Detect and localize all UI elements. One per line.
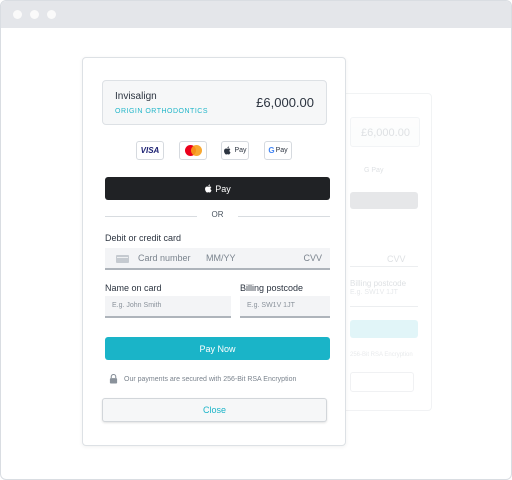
background-close-button (350, 372, 414, 392)
background-apple-pay-button (350, 192, 418, 209)
apple-pay-icon: Pay (221, 141, 249, 160)
window-control-dot[interactable] (13, 10, 22, 19)
google-g-logo: G (268, 146, 275, 155)
background-divider (350, 306, 418, 307)
background-pay-button (350, 320, 418, 338)
or-divider: OR (105, 210, 330, 222)
background-postcode-placeholder: E.g. SW1V 1JT (350, 289, 398, 296)
security-note: Our payments are secured with 256-Bit RS… (109, 374, 296, 384)
apple-pay-icon-label: Pay (234, 147, 247, 154)
clinic-name: ORIGIN ORTHODONTICS (115, 108, 208, 115)
background-google-pay-label: G Pay (364, 167, 384, 174)
apple-logo-icon (205, 184, 212, 193)
billing-postcode-label: Billing postcode (240, 283, 304, 293)
browser-title-bar (1, 1, 511, 28)
window-control-dot[interactable] (47, 10, 56, 19)
apple-pay-button[interactable]: Pay (105, 177, 330, 200)
card-number-input[interactable]: Card number (138, 253, 191, 263)
order-amount: £6,000.00 (256, 95, 314, 110)
browser-window: £6,000.00 G Pay CVV Billing postcode E.g… (0, 0, 512, 480)
security-note-text: Our payments are secured with 256-Bit RS… (124, 375, 297, 383)
visa-icon: VISA (136, 141, 164, 160)
credit-card-icon (116, 255, 129, 263)
background-cvv-label: CVV (387, 254, 406, 264)
background-postcode-label: Billing postcode (350, 279, 407, 288)
apple-logo-icon (224, 146, 231, 155)
product-title: Invisalign (115, 91, 157, 102)
google-pay-icon: G Pay (264, 141, 292, 160)
or-text: OR (211, 210, 224, 219)
background-amount: £6,000.00 (350, 117, 420, 147)
visa-label: VISA (140, 146, 160, 155)
card-cvv-input[interactable]: CVV (303, 253, 322, 263)
google-pay-icon-label: Pay (275, 147, 288, 154)
name-on-card-input[interactable]: E.g. John Smith (105, 296, 231, 318)
payment-card: Invisalign ORIGIN ORTHODONTICS £6,000.00… (82, 57, 346, 446)
card-expiry-input[interactable]: MM/YY (206, 253, 236, 263)
billing-postcode-input[interactable]: E.g. SW1V 1JT (240, 296, 330, 318)
background-divider (350, 266, 418, 267)
card-field-label: Debit or credit card (105, 233, 182, 243)
name-on-card-label: Name on card (105, 283, 162, 293)
order-summary: Invisalign ORIGIN ORTHODONTICS £6,000.00 (102, 80, 327, 125)
apple-pay-button-label: Pay (215, 183, 231, 194)
lock-icon (109, 374, 118, 384)
window-control-dot[interactable] (30, 10, 39, 19)
mastercard-circles (184, 145, 202, 156)
close-button[interactable]: Close (102, 398, 327, 422)
mastercard-icon (179, 141, 207, 160)
background-secure-text: 256-Bit RSA Encryption (350, 352, 413, 358)
card-details-field[interactable]: Card number MM/YY CVV (105, 248, 330, 270)
pay-now-button[interactable]: Pay Now (105, 337, 330, 360)
